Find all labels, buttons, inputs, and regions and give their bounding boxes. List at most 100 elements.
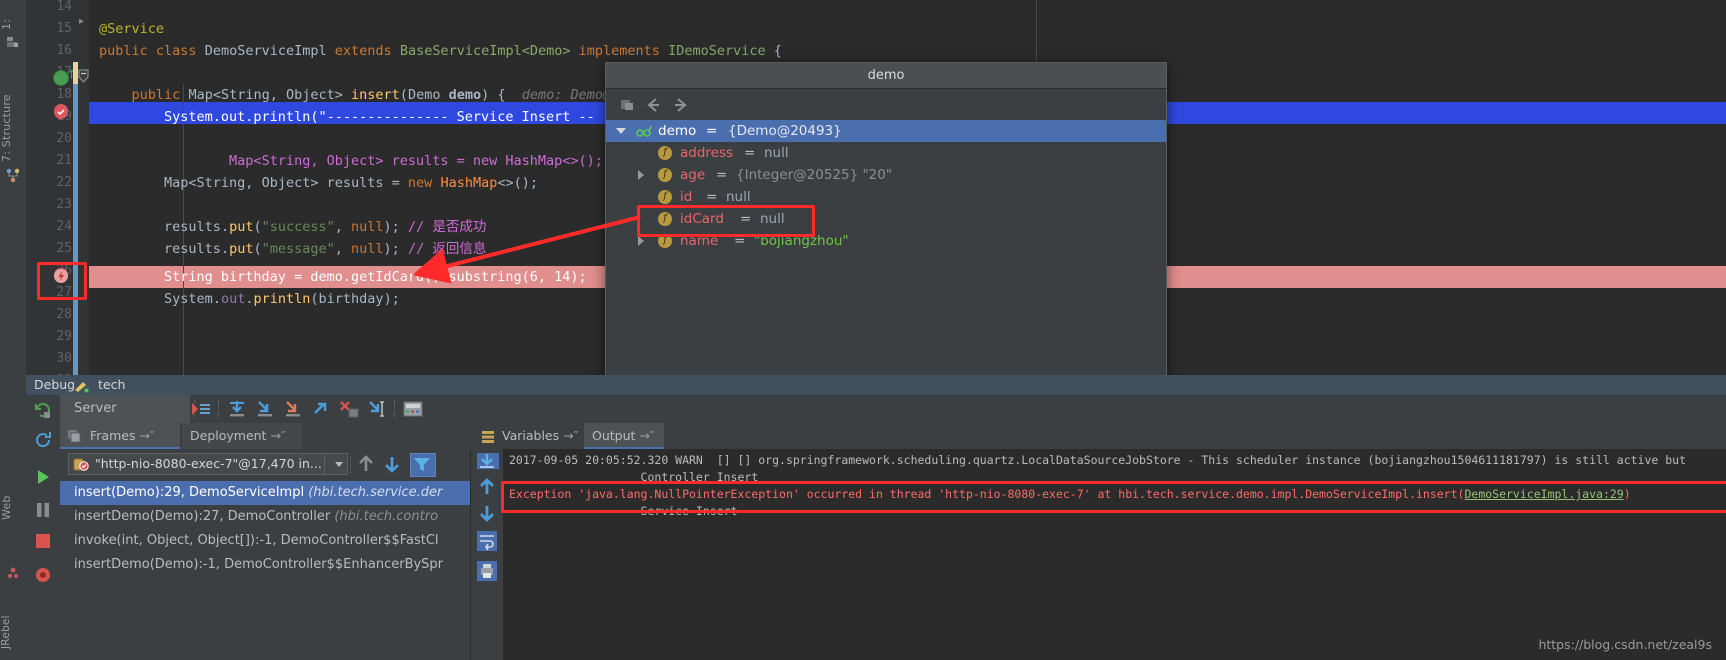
show-execution-point-icon[interactable] (190, 399, 212, 419)
step-into-icon[interactable] (254, 399, 276, 419)
debug-session-tabs[interactable]: Server (60, 395, 1726, 424)
variable-equals: = (716, 167, 728, 183)
line-number: 24 (56, 219, 72, 234)
tab-server[interactable]: Server (60, 395, 190, 423)
down-arrow-icon[interactable] (382, 455, 402, 473)
line-number: 16 (56, 43, 72, 58)
print-icon[interactable] (477, 561, 497, 581)
frame-list[interactable]: insert(Demo):29, DemoServiceImpl (hbi.te… (60, 481, 470, 660)
debug-tool-window-header[interactable]: Debug tech (26, 375, 1726, 395)
code-token: @Service (99, 21, 165, 37)
watermark: https://blog.csdn.net/zeal9s (1538, 637, 1712, 652)
variable-value: {Demo@20493} (728, 123, 842, 139)
evaluate-expression-icon[interactable] (402, 399, 424, 419)
tab-deployment[interactable]: Deployment →″ (182, 423, 302, 449)
stacktrace-link[interactable]: DemoServiceImpl.java:29 (1464, 487, 1623, 501)
tab-output[interactable]: Output →″ (584, 423, 664, 449)
variable-row[interactable]: f address = null (606, 142, 1166, 164)
chevron-down-icon[interactable] (335, 462, 343, 467)
console-line-error[interactable]: Exception 'java.lang.NullPointerExceptio… (509, 487, 1631, 502)
console-toolbar[interactable] (471, 449, 504, 660)
step-over-icon[interactable] (226, 399, 248, 419)
copy-value-icon[interactable] (618, 95, 638, 115)
sidebar-item-project[interactable]: 1: (0, 4, 26, 30)
variable-name: name (680, 233, 719, 249)
drop-frame-icon[interactable] (338, 399, 360, 419)
tab-pin-icon[interactable]: →″ (639, 428, 654, 443)
sidebar-item-structure[interactable]: 7: Structure (0, 62, 26, 162)
variable-row[interactable]: demo = {Demo@20493} (606, 120, 1166, 142)
debug-run-controls[interactable] (26, 395, 61, 660)
down-arrow-icon[interactable] (477, 503, 497, 523)
tab-pin-icon[interactable]: →″ (139, 428, 154, 443)
frame-row[interactable]: insertDemo(Demo):-1, DemoController$$Enh… (60, 553, 470, 577)
variable-name: age (680, 167, 706, 183)
variable-inspect-popup[interactable]: demo demo = {Demo@20493} f address = nul… (605, 62, 1167, 402)
filter-icon[interactable] (410, 453, 436, 477)
frame-row[interactable]: insert(Demo):29, DemoServiceImpl (hbi.te… (60, 481, 470, 505)
tab-pin-icon[interactable]: →″ (270, 428, 285, 443)
frames-panel[interactable]: "http-nio-8080-exec-7"@17,470 in... inse… (60, 449, 471, 660)
rerun-icon[interactable] (33, 400, 53, 420)
variable-row[interactable]: f id = null (606, 186, 1166, 208)
sidebar-item-jrebel[interactable]: JRebel (0, 585, 26, 649)
field-icon: f (658, 146, 672, 160)
variable-tree[interactable]: demo = {Demo@20493} f address = null f a… (606, 120, 1166, 401)
frame-text: insert(Demo):29, DemoServiceImpl (74, 485, 309, 500)
tab-deployment-label: Deployment (190, 428, 267, 443)
debug-subtabs[interactable]: Frames →″ Deployment →″ Variables →″ Out… (60, 423, 1726, 449)
chevron-right-icon[interactable] (638, 170, 644, 180)
variable-row[interactable]: f age = {Integer@20525} "20" (606, 164, 1166, 186)
console-output[interactable]: 2017-09-05 20:05:52.320 WARN [] [] org.s… (503, 449, 1726, 660)
editor-gutter[interactable]: 14 15 16 17 18 19 20 21 22 23 24 25 26 2… (26, 0, 78, 375)
line-number: 25 (56, 241, 72, 256)
variable-equals: = (706, 123, 718, 139)
pause-icon[interactable] (33, 500, 53, 520)
up-arrow-icon[interactable] (356, 455, 376, 473)
resume-program-icon[interactable] (33, 467, 53, 487)
step-out-icon[interactable] (310, 399, 332, 419)
forward-arrow-icon[interactable] (670, 95, 690, 115)
fold-minus-icon[interactable] (78, 68, 89, 83)
soft-wrap-icon[interactable] (477, 531, 497, 551)
chevron-down-icon[interactable] (616, 128, 626, 134)
breakpoint-exception-icon[interactable] (54, 268, 68, 283)
console-line-warn: 2017-09-05 20:05:52.320 WARN [] [] org.s… (509, 453, 1687, 467)
force-step-into-icon[interactable] (282, 399, 304, 419)
frame-text: insertDemo(Demo):-1, DemoController$$Enh… (74, 557, 444, 572)
tab-variables[interactable]: Variables →″ (474, 423, 582, 449)
ide-window: 1: 7: Structure Web JRebel 14 15 16 17 1… (0, 0, 1726, 660)
variable-name: demo (658, 123, 697, 139)
scroll-to-end-icon[interactable] (477, 453, 499, 469)
inline-hint: demo: Demo@ (521, 87, 612, 103)
stop-icon[interactable] (33, 531, 53, 551)
variable-row[interactable]: f idCard = null (606, 208, 1166, 230)
up-arrow-icon[interactable] (477, 477, 497, 497)
console-panel[interactable]: 2017-09-05 20:05:52.320 WARN [] [] org.s… (471, 449, 1726, 660)
tab-frames[interactable]: Frames →″ (60, 423, 180, 449)
back-arrow-icon[interactable] (644, 95, 664, 115)
restart-icon[interactable] (33, 430, 53, 450)
code-line: public class DemoServiceImpl extends Bas… (99, 43, 782, 59)
frame-row[interactable]: insertDemo(Demo):27, DemoController (hbi… (60, 505, 470, 529)
thread-selector[interactable]: "http-nio-8080-exec-7"@17,470 in... (68, 453, 348, 475)
version-control-icon[interactable] (5, 168, 21, 184)
project-icon[interactable] (5, 34, 21, 50)
view-breakpoints-icon[interactable] (33, 565, 53, 585)
popup-title: demo (606, 63, 1166, 89)
fold-arrow-icon[interactable]: ▸ (79, 16, 84, 27)
breakpoint-disabled-icon[interactable] (54, 104, 68, 119)
popup-toolbar[interactable] (606, 89, 1166, 121)
variable-name: id (680, 189, 693, 205)
left-tool-strip: 1: 7: Structure Web JRebel (0, 0, 27, 660)
console-line-output: Service Insert (509, 504, 738, 518)
variable-value: "bojiangzhou" (754, 233, 849, 249)
run-to-cursor-icon[interactable] (366, 399, 388, 419)
sidebar-item-web[interactable]: Web (0, 480, 26, 520)
jrebel-icon[interactable] (5, 565, 21, 581)
code-line: @Service (89, 18, 1726, 40)
tab-pin-icon[interactable]: →″ (563, 428, 578, 443)
frame-row[interactable]: invoke(int, Object, Object[]):-1, DemoCo… (60, 529, 470, 553)
chevron-right-icon[interactable] (638, 236, 644, 246)
variable-row[interactable]: f name = "bojiangzhou" (606, 230, 1166, 252)
